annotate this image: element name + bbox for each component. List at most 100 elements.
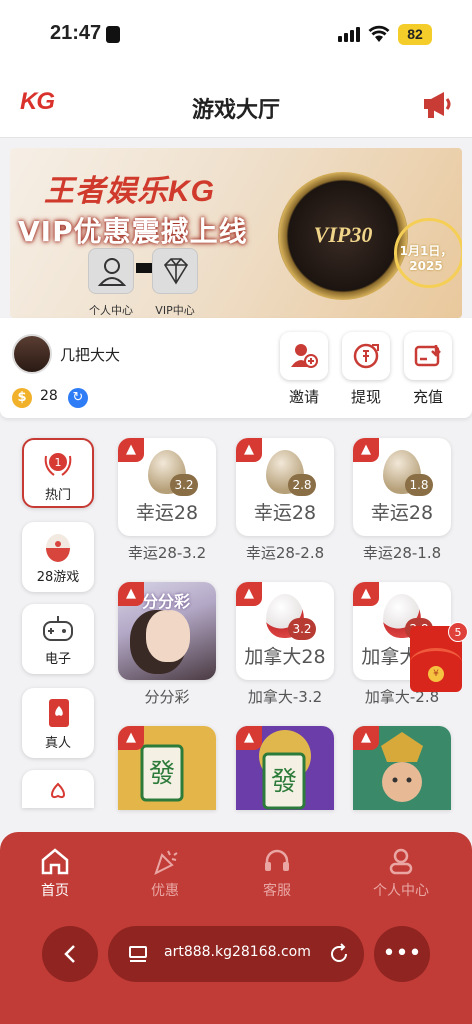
game-caption[interactable]: 幸运28-1.8 xyxy=(346,542,458,563)
banner-subtitle: VIP优惠震撼上线 xyxy=(18,215,248,248)
game-name: 幸运28 xyxy=(370,502,434,524)
svg-text:發: 發 xyxy=(149,759,175,789)
game-cover-title: 分分彩 xyxy=(142,592,191,611)
sidebar-item-electronic[interactable]: 电子 xyxy=(22,604,94,674)
sidebar-item-label: 28游戏 xyxy=(36,570,80,585)
tab-support[interactable]: 客服 xyxy=(232,846,322,900)
reload-icon[interactable] xyxy=(328,943,350,965)
svg-text:1: 1 xyxy=(55,456,62,469)
vip-badge-text: VIP30 xyxy=(313,222,373,247)
vip-medal: VIP30 xyxy=(278,172,408,300)
avatar[interactable] xyxy=(12,334,52,374)
game-tile-mahjong-2[interactable]: 發 ▲ xyxy=(236,726,334,810)
banner-caption-vip-center: VIP中心 xyxy=(155,304,195,317)
megaphone-icon[interactable] xyxy=(420,88,454,120)
sidebar-item-hot[interactable]: 1 热门 xyxy=(22,438,94,508)
game-tile-canada28-3-2[interactable]: ▲ 3.2 加拿大28 xyxy=(236,582,334,680)
thumbs-up-icon: ▲ xyxy=(118,438,144,462)
status-bar: 21:47 82 xyxy=(0,0,472,70)
diamond-icon xyxy=(152,248,198,294)
user-icon xyxy=(356,846,446,876)
recharge-button[interactable]: 充值 xyxy=(404,332,452,407)
sidebar-item-live[interactable]: 真人 xyxy=(22,688,94,758)
tab-label: 个人中心 xyxy=(373,883,429,899)
banner-caption-user-center: 个人中心 xyxy=(89,304,133,317)
thumbs-up-icon: ▲ xyxy=(236,438,262,462)
sidebar-item-more[interactable] xyxy=(22,770,94,808)
balance-value: 28 xyxy=(40,388,58,404)
sidebar-item-label: 热门 xyxy=(44,488,71,503)
game-name: 加拿大28 xyxy=(244,646,326,668)
yuan-coin-icon: ¥ xyxy=(428,666,444,682)
withdraw-label: 提现 xyxy=(350,388,381,406)
back-button[interactable] xyxy=(42,926,98,982)
ellipsis-icon: ••• xyxy=(382,941,422,966)
party-icon xyxy=(120,846,210,876)
coin-icon: $ xyxy=(12,388,32,408)
banner-title: 王者娱乐KG xyxy=(44,175,215,208)
tab-label: 优惠 xyxy=(151,883,179,899)
page-title: 游戏大厅 xyxy=(191,98,280,123)
tab-label: 客服 xyxy=(263,883,291,899)
svg-text:發: 發 xyxy=(271,767,297,797)
thumbs-up-icon: ▲ xyxy=(236,582,262,606)
odds-badge: 2.8 xyxy=(288,474,316,496)
sidebar-item-label: 电子 xyxy=(44,652,71,667)
withdraw-icon xyxy=(353,343,379,369)
headset-icon xyxy=(232,846,322,876)
thumbs-up-icon: ▲ xyxy=(353,726,379,750)
app-header: KG 游戏大厅 xyxy=(0,70,472,138)
game-caption[interactable]: 分分彩 xyxy=(111,686,223,707)
game-caption[interactable]: 幸运28-3.2 xyxy=(111,542,223,563)
thumbs-up-icon: ▲ xyxy=(353,438,379,462)
invite-icon xyxy=(291,344,318,368)
sidebar-item-label: 真人 xyxy=(44,736,71,751)
game-tile-lucky28-3-2[interactable]: ▲ 3.2 幸运28 xyxy=(118,438,216,536)
withdraw-button[interactable]: 提现 xyxy=(342,332,390,407)
recharge-label: 充值 xyxy=(412,388,443,406)
user-icon xyxy=(88,248,134,294)
thumbs-up-icon: ▲ xyxy=(118,582,144,606)
tab-label: 首页 xyxy=(41,883,69,899)
user-card: 几把大大 $ 28 ↻ 邀请 提现 充值 xyxy=(0,318,472,418)
invite-button[interactable]: 邀请 xyxy=(280,332,328,407)
odds-badge: 3.2 xyxy=(170,474,198,496)
thumbs-up-icon: ▲ xyxy=(118,726,144,750)
game-name: 幸运28 xyxy=(253,502,317,524)
more-options-button[interactable]: ••• xyxy=(374,926,430,982)
recharge-icon xyxy=(414,345,441,367)
hot-icon: 1 xyxy=(40,448,76,482)
game-caption[interactable]: 加拿大-3.2 xyxy=(229,686,341,707)
game-tile-treasure[interactable]: ▲ xyxy=(353,726,451,810)
game-name: 幸运28 xyxy=(135,502,199,524)
tab-home[interactable]: 首页 xyxy=(10,846,100,900)
odds-badge: 1.8 xyxy=(405,474,433,496)
contact-card-icon xyxy=(106,26,120,43)
vip-promo-banner[interactable]: 王者娱乐KG VIP优惠震撼上线 个人中心 VIP中心 VIP30 1月1日，2… xyxy=(10,148,462,318)
invite-label: 邀请 xyxy=(288,388,319,406)
battery-indicator: 82 xyxy=(398,24,432,45)
red-packet-count-badge: 5 xyxy=(448,622,468,642)
tab-promotions[interactable]: 优惠 xyxy=(120,846,210,900)
signal-icon xyxy=(338,27,360,42)
chevron-left-icon xyxy=(64,945,75,963)
egg-icon xyxy=(40,530,76,564)
refresh-icon[interactable]: ↻ xyxy=(68,388,88,408)
game-tile-fenfencai[interactable]: 分分彩 ▲ xyxy=(118,582,216,680)
wifi-icon xyxy=(368,24,390,48)
odds-badge: 3.2 xyxy=(288,618,316,640)
clock: 21:47 xyxy=(50,22,102,44)
url-text: art888.kg28168.com xyxy=(164,944,311,960)
game-tile-lucky28-1-8[interactable]: ▲ 1.8 幸运28 xyxy=(353,438,451,536)
game-tile-mahjong-1[interactable]: 發 ▲ xyxy=(118,726,216,810)
game-tile-lucky28-2-8[interactable]: ▲ 2.8 幸运28 xyxy=(236,438,334,536)
address-bar[interactable]: art888.kg28168.com xyxy=(108,926,364,982)
spade-icon xyxy=(40,778,76,812)
home-icon xyxy=(10,846,100,876)
tab-profile[interactable]: 个人中心 xyxy=(356,846,446,900)
sidebar-item-28-games[interactable]: 28游戏 xyxy=(22,522,94,592)
hostess-image xyxy=(146,610,190,662)
username: 几把大大 xyxy=(60,346,121,364)
game-caption[interactable]: 幸运28-2.8 xyxy=(229,542,341,563)
thumbs-up-icon: ▲ xyxy=(236,726,262,750)
